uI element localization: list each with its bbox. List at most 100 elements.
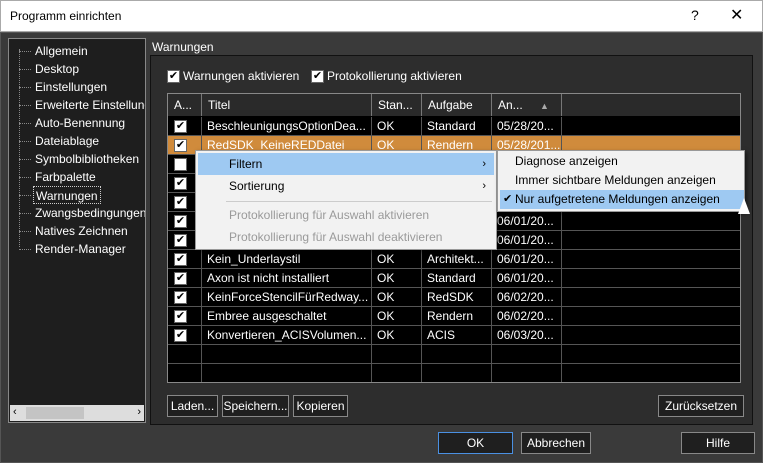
load-button[interactable]: Laden... [167,395,218,417]
tree-connector [19,105,31,106]
warnings-active-checkbox[interactable]: ✔ [167,69,180,83]
cell-title: Embree ausgeschaltet [202,307,372,326]
cell-title: Kein_Underlaystil [202,250,372,269]
empty-cell [372,345,422,364]
tree-item[interactable]: Einstellungen [35,78,107,96]
tree-connector [19,87,31,88]
tree-connector [19,123,31,124]
cell-title: BeschleunigungsOptionDea... [202,117,372,136]
row-checkbox[interactable]: ✔ [174,215,187,229]
submenu-arrow-icon: › [482,158,486,170]
submenu-item-always-visible[interactable]: Immer sichtbare Meldungen anzeigen [500,171,744,190]
table-header: A... Titel Stan... Aufgabe An... ▲ [168,94,740,116]
tree-item[interactable]: Allgemein [35,42,88,60]
ok-button[interactable]: OK [438,432,513,454]
table-row[interactable]: ✔ KeinForceStencilFürRedway... OK RedSDK 06/… [168,288,740,307]
scroll-left-icon[interactable]: ‹ [13,406,17,418]
empty-cell [372,364,422,382]
copy-button[interactable]: Kopieren [293,395,348,417]
tree-scrollbar[interactable]: ‹ › [10,405,144,421]
cell-task: ACIS [422,326,492,345]
empty-cell [168,345,202,364]
tree-item[interactable]: Natives Zeichnen [35,222,128,240]
tree-connector [19,195,31,196]
menu-item-filter[interactable]: Filtern › [198,153,494,175]
row-checkbox[interactable]: ✔ [174,253,187,267]
table-row[interactable]: ✔ BeschleunigungsOptionDea... OK Standard 05… [168,117,740,136]
row-checkbox[interactable]: ✔ [174,177,187,191]
submenu-arrow-icon: › [482,180,486,192]
save-button[interactable]: Speichern... [222,395,289,417]
warnings-active-option[interactable]: ✔ Warnungen aktivieren [167,68,299,84]
cancel-button[interactable]: Abbrechen [521,432,591,454]
tree-item[interactable]: Render-Manager [35,240,126,258]
row-checkbox[interactable]: ✔ [174,139,187,153]
row-checkbox[interactable]: ✔ [174,272,187,286]
cell-task: Architekt... [422,250,492,269]
scroll-thumb[interactable] [26,407,84,419]
mouse-cursor-icon [738,198,750,214]
cell-date: 06/01/20... [492,212,562,231]
submenu-item-occurred-only[interactable]: ✔ Nur aufgetretene Meldungen anzeigen [500,190,744,209]
empty-cell [202,345,372,364]
col-date-label: An... [498,98,523,112]
row-checkbox-cell[interactable]: ✔ [168,326,202,345]
menu-item-log-enable[interactable]: Protokollierung für Auswahl aktivieren [198,204,494,226]
row-checkbox-cell[interactable]: ✔ [168,250,202,269]
tree-connector [19,141,31,142]
cell-date: 06/01/20... [492,250,562,269]
table-row[interactable]: ✔ Embree ausgeschaltet OK Rendern 06/02/20..… [168,307,740,326]
filter-submenu: Diagnose anzeigen Immer sichtbare Meldun… [497,150,745,212]
close-icon[interactable]: ✕ [730,5,743,25]
settings-tree: Allgemein Desktop Einstellungen Erweiterte … [8,38,146,423]
table-row[interactable]: ✔ Axon ist nicht installiert OK Standard 06/… [168,269,740,288]
cell-status: OK [372,307,422,326]
cell-date: 06/01/20... [492,231,562,250]
tree-item[interactable]: Farbpalette [35,168,96,186]
sort-asc-icon: ▲ [540,101,549,111]
scroll-right-icon[interactable]: › [137,406,141,418]
cell-date: 05/28/20... [492,117,562,136]
tree-item[interactable]: Dateiablage [35,132,99,150]
menu-item-sort[interactable]: Sortierung › [198,175,494,197]
menu-item-filter-label: Filtern [229,157,263,171]
col-active[interactable]: A... [168,94,202,116]
col-status[interactable]: Stan... [372,94,422,116]
context-menu: Filtern › Sortierung › Protokollierung für… [195,150,497,250]
tree-item[interactable]: Zwangsbedingungen [35,204,145,222]
row-checkbox[interactable]: ✔ [174,329,187,343]
tree-item[interactable]: Auto-Benennung [35,114,125,132]
empty-cell [202,364,372,382]
logging-active-label: Protokollierung aktivieren [327,69,462,83]
table-row[interactable]: ✔ Konvertieren_ACISVolumen... OK ACIS 06/03/… [168,326,740,345]
reset-button[interactable]: Zurücksetzen [658,395,744,417]
help-button[interactable]: Hilfe [681,432,755,454]
col-title[interactable]: Titel [202,94,372,116]
row-checkbox-cell[interactable]: ✔ [168,288,202,307]
table-row[interactable]: ✔ Kein_Underlaystil OK Architekt... 06/01/20… [168,250,740,269]
row-checkbox-cell[interactable]: ✔ [168,117,202,136]
tree-item[interactable]: Desktop [35,60,79,78]
row-checkbox-cell[interactable]: ✔ [168,307,202,326]
window-title: Programm einrichten [10,9,122,23]
tree-item[interactable]: Warnungen [33,186,101,204]
empty-cell [422,345,492,364]
cell-task: Rendern [422,307,492,326]
help-icon[interactable]: ? [691,7,699,23]
submenu-item-diagnose[interactable]: Diagnose anzeigen [500,152,744,171]
row-checkbox[interactable]: ✔ [174,234,187,248]
logging-active-checkbox[interactable]: ✔ [311,69,324,83]
logging-active-option[interactable]: ✔ Protokollierung aktivieren [311,68,462,84]
col-task[interactable]: Aufgabe [422,94,492,116]
row-checkbox[interactable]: ✔ [174,120,187,134]
tree-item[interactable]: Symbolbibliotheken [35,150,139,168]
menu-item-log-disable[interactable]: Protokollierung für Auswahl deaktivieren [198,226,494,248]
row-checkbox[interactable]: ✔ [174,196,187,210]
cell-title: KeinForceStencilFürRedway... [202,288,372,307]
row-checkbox[interactable]: ✔ [174,291,187,305]
row-checkbox[interactable] [174,158,187,172]
col-date[interactable]: An... ▲ [492,94,562,116]
tree-item[interactable]: Erweiterte Einstellungen [35,96,145,114]
row-checkbox-cell[interactable]: ✔ [168,269,202,288]
row-checkbox[interactable]: ✔ [174,310,187,324]
